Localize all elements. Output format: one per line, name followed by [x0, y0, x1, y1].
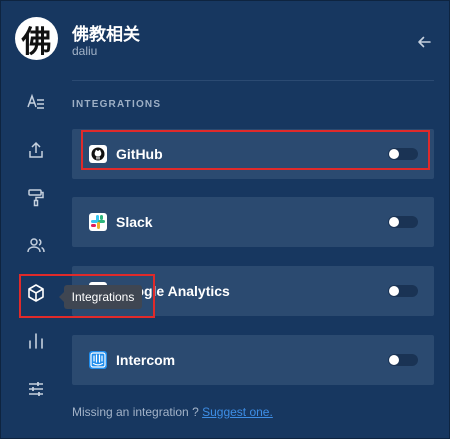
integration-card-intercom[interactable]: Intercom — [72, 335, 434, 385]
github-toggle[interactable] — [388, 148, 418, 160]
paint-roller-icon — [28, 189, 44, 207]
sidebar-item-settings[interactable] — [24, 377, 48, 401]
sidebar-item-members[interactable] — [24, 233, 48, 257]
upload-icon — [29, 141, 43, 158]
toggle-knob — [389, 355, 399, 365]
sidebar-item-share[interactable] — [24, 138, 48, 162]
back-button[interactable] — [414, 32, 434, 52]
sidebar-item-integrations[interactable] — [24, 281, 48, 305]
sliders-icon — [29, 382, 43, 396]
arrow-left-icon — [418, 36, 431, 48]
sidebar-item-analytics[interactable] — [24, 329, 48, 353]
users-icon — [27, 238, 45, 253]
integration-name: Intercom — [116, 352, 176, 368]
cube-icon — [28, 284, 44, 302]
toggle-knob — [389, 286, 399, 296]
workspace-subtitle: daliu — [72, 44, 98, 58]
slack-toggle[interactable] — [388, 216, 418, 228]
bar-chart-icon — [29, 333, 43, 349]
integration-name: Slack — [116, 214, 153, 230]
intercom-toggle[interactable] — [388, 354, 418, 366]
footer-text: Missing an integration ? — [72, 405, 199, 419]
google-analytics-toggle[interactable] — [388, 285, 418, 297]
sidebar-tooltip: Integrations — [59, 285, 142, 309]
sidebar-item-theme[interactable] — [24, 185, 48, 209]
page-title: 佛教相关 — [72, 25, 140, 44]
integration-name: GitHub — [116, 146, 163, 162]
toggle-knob — [389, 149, 399, 159]
integration-card-github[interactable]: GitHub — [72, 129, 434, 179]
github-icon — [89, 145, 107, 163]
intercom-icon — [89, 351, 107, 369]
sidebar-item-general[interactable] — [24, 90, 48, 114]
suggest-integration-link[interactable]: Suggest one. — [202, 405, 273, 419]
integration-card-slack[interactable]: Slack — [72, 197, 434, 247]
avatar-glyph: 佛 — [21, 24, 52, 60]
footer-note: Missing an integration ? Suggest one. — [72, 405, 273, 419]
integrations-heading: INTEGRATIONS — [72, 99, 162, 110]
workspace-avatar[interactable]: 佛 — [15, 17, 58, 60]
header-divider — [72, 80, 434, 81]
text-format-icon — [27, 93, 44, 109]
slack-icon — [89, 213, 107, 231]
toggle-knob — [389, 217, 399, 227]
